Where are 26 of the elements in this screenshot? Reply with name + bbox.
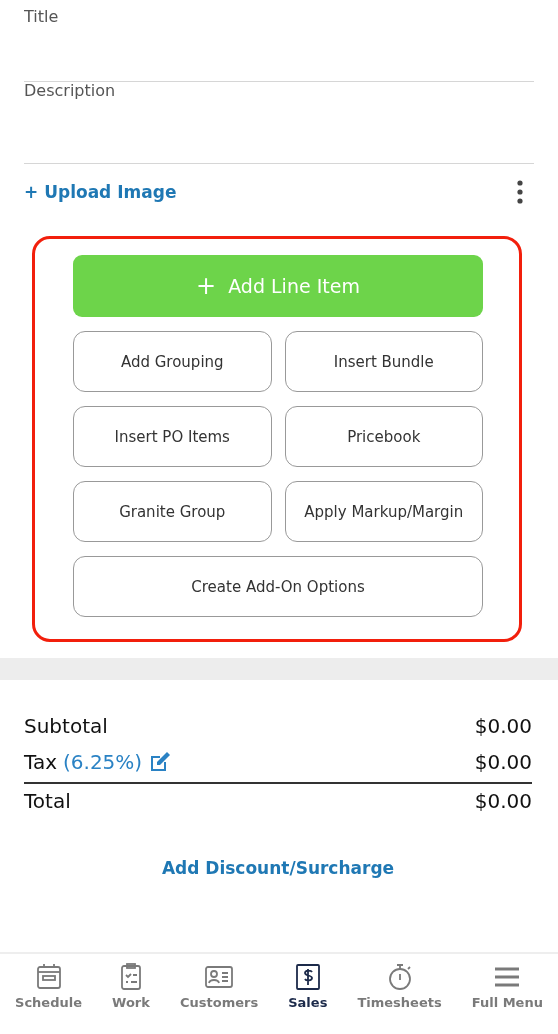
nav-tab[interactable]: Timesheets bbox=[357, 962, 442, 1034]
action-button[interactable]: Pricebook bbox=[284, 406, 483, 467]
nav-tab[interactable]: Schedule bbox=[15, 962, 82, 1034]
tax-rate: (6.25%) bbox=[63, 750, 143, 774]
nav-tab[interactable]: Work bbox=[112, 962, 150, 1034]
nav-tab[interactable]: Sales bbox=[288, 962, 328, 1034]
action-button[interactable]: Insert Bundle bbox=[284, 331, 483, 392]
total-label: Total bbox=[24, 789, 71, 813]
action-button[interactable]: Add Grouping bbox=[73, 331, 272, 392]
upload-image-link[interactable]: + Upload Image bbox=[24, 182, 177, 202]
add-discount-link[interactable]: Add Discount/Surcharge bbox=[161, 858, 395, 878]
text-field[interactable]: Title bbox=[24, 0, 534, 82]
edit-icon[interactable] bbox=[148, 750, 173, 774]
tax-label: Tax bbox=[24, 750, 57, 774]
more-options-icon[interactable] bbox=[516, 180, 524, 204]
nav-tab[interactable]: Customers bbox=[179, 962, 259, 1034]
action-button[interactable]: Insert PO Items bbox=[73, 406, 272, 467]
nav-tab[interactable]: Full Menu bbox=[471, 962, 543, 1034]
subtotal-amount: $0.00 bbox=[474, 714, 532, 738]
tax-amount: $0.00 bbox=[474, 750, 532, 774]
subtotal-label: Subtotal bbox=[24, 714, 108, 738]
action-button[interactable]: Create Add-On Options bbox=[73, 556, 483, 617]
text-field[interactable]: Description bbox=[24, 66, 534, 164]
action-button[interactable]: Granite Group bbox=[73, 481, 272, 542]
total-amount: $0.00 bbox=[474, 789, 532, 813]
action-button[interactable]: Apply Markup/Margin bbox=[284, 481, 483, 542]
